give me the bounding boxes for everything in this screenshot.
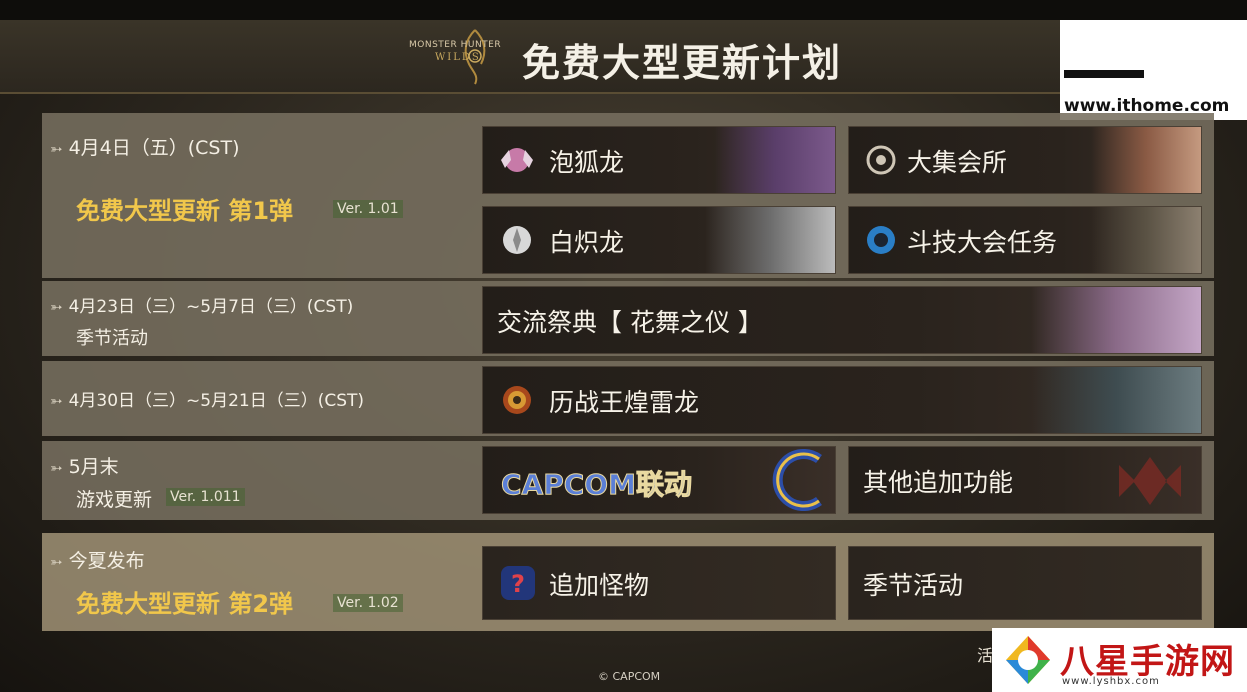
page-title: 免费大型更新计划 — [522, 41, 843, 85]
card-tempered-monster[interactable]: 历战王煌雷龙 — [482, 366, 1202, 434]
section-1-date: ➳ 4月4日（五）(CST) — [50, 133, 240, 160]
arrow-icon: ➳ — [50, 553, 63, 571]
card-label: 历战王煌雷龙 — [549, 388, 700, 417]
section-1-version: Ver. 1.01 — [333, 200, 403, 218]
unknown-monster-icon: ? — [501, 566, 535, 600]
corner-text: 活 — [977, 646, 994, 665]
card-label: 其他追加功能 — [863, 468, 1014, 497]
section-2-subtitle: 季节活动 — [76, 328, 148, 349]
section-4-subtitle: 游戏更新 — [76, 489, 153, 511]
section-5-date-text: 今夏发布 — [68, 550, 145, 572]
capcom-logo-icon — [772, 449, 822, 511]
arrow-icon: ➳ — [50, 392, 63, 410]
top-bar — [0, 0, 1247, 20]
watermark-logo-bar — [1064, 70, 1144, 78]
site-watermark-url: www.lyshbx.com — [1062, 676, 1160, 687]
section-5-title: 免费大型更新 第2弹 — [76, 590, 294, 618]
section-5-date: ➳ 今夏发布 — [50, 546, 145, 573]
arena-art — [1091, 207, 1201, 273]
card-seasonal-event[interactable]: 季节活动 — [848, 546, 1202, 620]
card-label: 大集会所 — [907, 148, 1008, 177]
site-logo-icon — [1006, 636, 1050, 684]
arrow-icon: ➳ — [50, 140, 63, 158]
section-5-version: Ver. 1.02 — [333, 594, 403, 612]
card-capcom-collab[interactable]: CAPCOM联动 — [482, 446, 836, 514]
card-arkveld[interactable]: 白炽龙 — [482, 206, 836, 274]
card-festival[interactable]: 交流祭典【 花舞之仪 】 — [482, 286, 1202, 354]
section-4-version: Ver. 1.011 — [166, 488, 245, 506]
logo-text-line2: WILDS — [435, 52, 481, 63]
section-1-date-text: 4月4日（五）(CST) — [68, 137, 240, 159]
arkveld-art — [705, 207, 835, 273]
section-2-date-text: 4月23日（三）~5月7日（三）(CST) — [68, 297, 354, 317]
game-logo: MONSTER HUNTER WILDS — [405, 24, 513, 86]
section-3-date: ➳ 4月30日（三）~5月21日（三）(CST) — [50, 386, 364, 411]
arrow-icon: ➳ — [50, 298, 63, 316]
card-label: 白炽龙 — [549, 228, 625, 257]
card-label: 交流祭典【 花舞之仪 】 — [497, 308, 763, 337]
card-label: 斗技大会任务 — [907, 228, 1058, 257]
section-1-title: 免费大型更新 第1弹 — [76, 197, 294, 225]
section-3-date-text: 4月30日（三）~5月21日（三）(CST) — [68, 391, 365, 411]
card-label: 泡狐龙 — [549, 148, 625, 177]
svg-text:?: ? — [511, 570, 525, 598]
ithome-watermark: www.ithome.com — [1060, 20, 1247, 120]
card-label: 追加怪物 — [549, 571, 650, 600]
card-mizutsune[interactable]: 泡狐龙 — [482, 126, 836, 194]
copyright: © CAPCOM — [598, 670, 661, 683]
section-4-date-text: 5月末 — [68, 456, 119, 478]
card-label: 季节活动 — [863, 571, 964, 600]
section-4-date: ➳ 5月末 — [50, 452, 119, 479]
card-new-monster[interactable]: ? 追加怪物 — [482, 546, 836, 620]
section-2-date: ➳ 4月23日（三）~5月7日（三）(CST) — [50, 292, 353, 317]
mizutsune-icon — [501, 148, 533, 172]
gathering-hub-art — [1091, 127, 1201, 193]
card-other-features[interactable]: 其他追加功能 — [848, 446, 1202, 514]
arena-quest-icon — [867, 226, 895, 254]
site-watermark: 八星手游网 www.lyshbx.com — [992, 628, 1247, 692]
gathering-hub-icon — [866, 145, 896, 175]
tempered-monster-icon — [503, 386, 531, 414]
festival-art — [1031, 287, 1201, 353]
card-arena-quest[interactable]: 斗技大会任务 — [848, 206, 1202, 274]
mizutsune-art — [715, 127, 835, 193]
decorative-emblem-icon — [1119, 457, 1181, 505]
card-label: CAPCOM联动 — [501, 468, 693, 502]
logo-text-line1: MONSTER HUNTER — [409, 40, 502, 50]
arrow-icon: ➳ — [50, 459, 63, 477]
card-gathering-hub[interactable]: 大集会所 — [848, 126, 1202, 194]
tempered-monster-art — [1031, 367, 1201, 433]
arkveld-icon — [503, 226, 531, 254]
